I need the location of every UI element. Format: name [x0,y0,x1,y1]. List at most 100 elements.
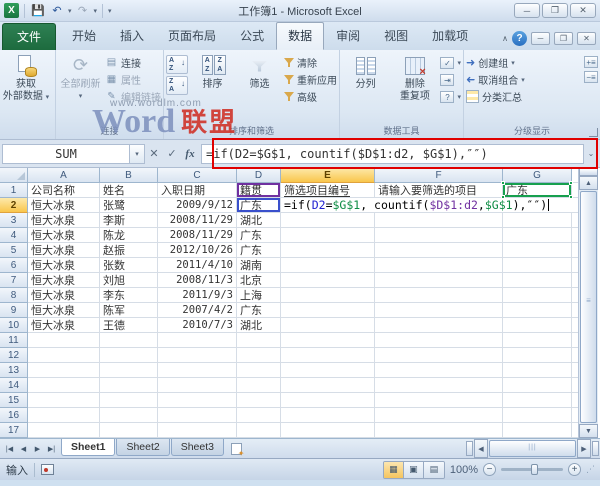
cell-D2[interactable]: 广东 [237,198,281,213]
name-box[interactable]: SUM [2,144,130,164]
cell-F13[interactable] [375,363,503,378]
minimize-window-icon[interactable]: ─ [531,32,550,45]
cell-D9[interactable]: 广东 [237,303,281,318]
column-header-D[interactable]: D [237,168,281,183]
cell-C8[interactable]: 2011/9/3 [158,288,237,303]
vertical-split-handle[interactable] [579,168,598,176]
cell-B14[interactable] [100,378,158,393]
cell-G3[interactable] [503,213,572,228]
cell-E8[interactable] [281,288,375,303]
undo-dropdown-icon[interactable]: ▾ [68,7,72,15]
horizontal-split-handle[interactable] [592,441,599,456]
hide-detail-icon[interactable]: −≡ [584,71,598,83]
cell-A6[interactable]: 恒大冰泉 [28,258,100,273]
cell-A10[interactable]: 恒大冰泉 [28,318,100,333]
refresh-all-button[interactable]: ⟳ 全部刷新 ▾ [58,52,103,103]
cell-F4[interactable] [375,228,503,243]
cell-F16[interactable] [375,408,503,423]
tab-页面布局[interactable]: 页面布局 [156,22,228,50]
cell-A8[interactable]: 恒大冰泉 [28,288,100,303]
zoom-slider[interactable] [501,468,563,471]
cell-D16[interactable] [237,408,281,423]
cell-B1[interactable]: 姓名 [100,183,158,198]
cell-F1[interactable]: 请输入要筛选的项目 [375,183,503,198]
row-header-4[interactable]: 4 [0,228,28,243]
row-header-10[interactable]: 10 [0,318,28,333]
cell-B9[interactable]: 陈军 [100,303,158,318]
scroll-down-icon[interactable]: ▼ [579,424,598,438]
cell-F3[interactable] [375,213,503,228]
cancel-entry-icon[interactable]: ✕ [145,145,163,163]
cell-B12[interactable] [100,348,158,363]
scroll-right-icon[interactable]: ▶ [577,439,591,458]
row-header-9[interactable]: 9 [0,303,28,318]
row-header-14[interactable]: 14 [0,378,28,393]
cell-C17[interactable] [158,423,237,438]
cell-B13[interactable] [100,363,158,378]
cell-D4[interactable]: 广东 [237,228,281,243]
cell-B3[interactable]: 李斯 [100,213,158,228]
cell-E10[interactable] [281,318,375,333]
cell-A17[interactable] [28,423,100,438]
what-if-analysis-button[interactable]: ?▾ [440,89,461,104]
cell-A11[interactable] [28,333,100,348]
cell-C16[interactable] [158,408,237,423]
cell-C12[interactable] [158,348,237,363]
cell-G9[interactable] [503,303,572,318]
cell-D5[interactable]: 广东 [237,243,281,258]
row-header-7[interactable]: 7 [0,273,28,288]
cell-D13[interactable] [237,363,281,378]
outline-dialog-launcher-icon[interactable] [589,128,598,137]
tab-审阅[interactable]: 审阅 [324,22,372,50]
cell-D12[interactable] [237,348,281,363]
cell-E2-formula[interactable]: =if(D2=$G$1, countif($D$1:d2, $G$1),″″) [281,198,572,213]
cell-C3[interactable]: 2008/11/29 [158,213,237,228]
row-header-1[interactable]: 1 [0,183,28,198]
cell-G6[interactable] [503,258,572,273]
prev-sheet-icon[interactable]: ◀ [17,445,30,453]
tab-视图[interactable]: 视图 [372,22,420,50]
cell-C4[interactable]: 2008/11/29 [158,228,237,243]
column-header-E[interactable]: E [281,168,375,183]
sort-descending-button[interactable]: ZA↓ [166,76,188,95]
cell-C5[interactable]: 2012/10/26 [158,243,237,258]
edit-links-button[interactable]: ✎编辑链接 [105,89,161,104]
cell-C6[interactable]: 2011/4/10 [158,258,237,273]
customize-qat-icon[interactable]: ▾ [108,7,112,15]
row-header-12[interactable]: 12 [0,348,28,363]
horizontal-scrollbar[interactable]: ◀ ▶ [465,439,600,458]
cell-A9[interactable]: 恒大冰泉 [28,303,100,318]
cell-E13[interactable] [281,363,375,378]
cell-B17[interactable] [100,423,158,438]
cell-C7[interactable]: 2008/11/3 [158,273,237,288]
cell-C2[interactable]: 2009/9/12 [158,198,237,213]
cell-G1[interactable]: 广东 [503,183,572,198]
expand-formula-bar-icon[interactable]: ⌄ [584,144,598,164]
help-icon[interactable]: ? [512,31,527,46]
cell-G13[interactable] [503,363,572,378]
column-header-C[interactable]: C [158,168,237,183]
column-header-F[interactable]: F [375,168,503,183]
cell-A14[interactable] [28,378,100,393]
cell-G7[interactable] [503,273,572,288]
vertical-scroll-thumb[interactable] [580,191,597,423]
name-box-dropdown-icon[interactable]: ▾ [130,144,145,164]
cell-D6[interactable]: 湖南 [237,258,281,273]
cell-D15[interactable] [237,393,281,408]
cell-E3[interactable] [281,213,375,228]
cell-A12[interactable] [28,348,100,363]
cell-F9[interactable] [375,303,503,318]
redo-dropdown-icon[interactable]: ▾ [94,7,98,15]
close-window-icon[interactable]: ✕ [577,32,596,45]
cell-B11[interactable] [100,333,158,348]
cell-G11[interactable] [503,333,572,348]
advanced-button[interactable]: 高级 [284,89,337,104]
cell-F6[interactable] [375,258,503,273]
cell-A1[interactable]: 公司名称 [28,183,100,198]
cell-D14[interactable] [237,378,281,393]
cell-C10[interactable]: 2010/7/3 [158,318,237,333]
cell-B4[interactable]: 陈龙 [100,228,158,243]
filter-button[interactable]: 筛选 [237,52,282,91]
page-break-view-icon[interactable]: ▤ [424,462,444,478]
last-sheet-icon[interactable]: ▶| [45,445,58,453]
